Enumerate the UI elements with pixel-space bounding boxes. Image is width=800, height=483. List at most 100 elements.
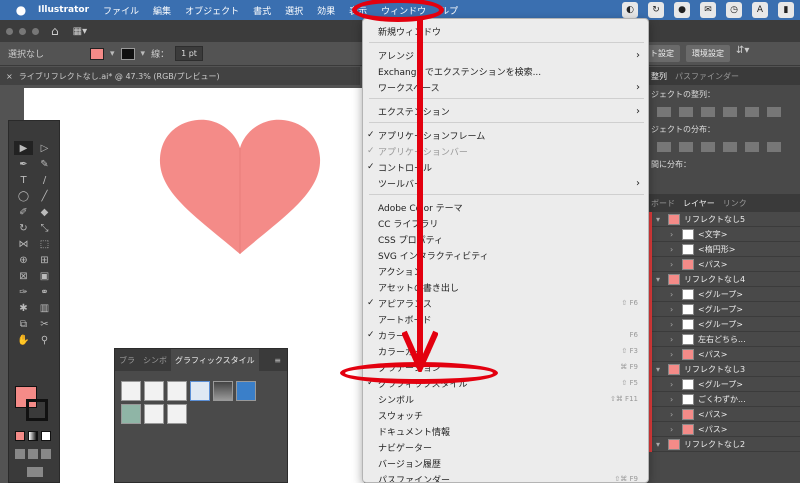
pencil-tool-icon[interactable]: ✐	[14, 205, 33, 219]
tab-layers[interactable]: レイヤー	[683, 198, 715, 209]
scale-tool-icon[interactable]: ⤡	[35, 221, 54, 235]
layer-row[interactable]: ▾ リフレクトなし4	[645, 271, 800, 287]
layer-row[interactable]: › <パス>	[645, 256, 800, 272]
menu-select[interactable]: 選択	[285, 4, 303, 17]
distribute-center-icon[interactable]	[745, 142, 759, 152]
distribute-middle-icon[interactable]	[679, 142, 693, 152]
distribute-bottom-icon[interactable]	[701, 142, 715, 152]
disclosure-triangle-icon[interactable]: ›	[670, 335, 678, 344]
disclosure-triangle-icon[interactable]: ›	[670, 410, 678, 419]
brush-tool-icon[interactable]: ╱	[35, 189, 54, 203]
menu-object[interactable]: オブジェクト	[185, 4, 239, 17]
hand-tool-icon[interactable]: ✋	[14, 333, 33, 347]
layer-row[interactable]: ▾ リフレクトなし2	[645, 436, 800, 452]
tab-brushes[interactable]: ブラ	[115, 355, 139, 366]
tab-pathfinder[interactable]: パスファインダー	[675, 71, 739, 82]
window-menu-item[interactable]: ワークスペース ›	[363, 79, 648, 95]
window-menu-item[interactable]: シンボル ⇧⌘ F11	[363, 391, 648, 407]
distribute-left-icon[interactable]	[723, 142, 737, 152]
window-menu-item[interactable]: アクション	[363, 263, 648, 279]
arrange-icon[interactable]: ⇵▾	[736, 45, 749, 62]
layer-row[interactable]: › <パス>	[645, 346, 800, 362]
tab-graphic-styles[interactable]: グラフィックスタイル	[171, 349, 259, 371]
disclosure-triangle-icon[interactable]: ▾	[656, 440, 664, 449]
layer-row[interactable]: › <パス>	[645, 406, 800, 422]
window-close-dot[interactable]	[6, 27, 13, 35]
draw-inside-icon[interactable]	[41, 449, 51, 459]
heart-artwork[interactable]	[158, 118, 322, 254]
disclosure-triangle-icon[interactable]: ›	[670, 245, 678, 254]
graphic-style-swatch[interactable]	[167, 404, 187, 424]
graphic-style-swatch[interactable]	[144, 404, 164, 424]
graphic-style-swatch[interactable]	[236, 381, 256, 401]
layer-row[interactable]: › <グループ>	[645, 376, 800, 392]
menu-type[interactable]: 書式	[253, 4, 271, 17]
stroke-color-box[interactable]	[26, 399, 48, 421]
distribute-right-icon[interactable]	[767, 142, 781, 152]
fill-swatch[interactable]	[90, 47, 105, 60]
evernote-icon[interactable]: ●	[674, 2, 690, 18]
curvature-tool-icon[interactable]: ✎	[35, 157, 54, 171]
disclosure-triangle-icon[interactable]: ›	[670, 350, 678, 359]
disclosure-triangle-icon[interactable]: ›	[670, 395, 678, 404]
zoom-tool-icon[interactable]: ⚲	[35, 333, 54, 347]
tab-align[interactable]: 整列	[651, 71, 667, 82]
window-menu-item[interactable]: ✓アプリケーションバー	[363, 143, 648, 159]
align-center-icon[interactable]	[679, 107, 693, 117]
gradient-mode-icon[interactable]	[28, 431, 38, 441]
rotate-tool-icon[interactable]: ↻	[14, 221, 33, 235]
layer-row[interactable]: ▾ リフレクトなし5	[645, 211, 800, 227]
home-icon[interactable]: ⌂	[51, 24, 59, 38]
layer-row[interactable]: › <パス>	[645, 421, 800, 437]
disclosure-triangle-icon[interactable]: ▾	[656, 215, 664, 224]
layer-row[interactable]: › <グループ>	[645, 286, 800, 302]
align-top-icon[interactable]	[723, 107, 737, 117]
symbol-sprayer-tool-icon[interactable]: ✱	[14, 301, 33, 315]
window-menu-item[interactable]: SVG インタラクティビティ	[363, 247, 648, 263]
graph-tool-icon[interactable]: ▥	[35, 301, 54, 315]
document-tab[interactable]: × ライブリフレクトなし.ai* @ 47.3% (RGB/プレビュー)	[0, 67, 360, 85]
chevron-down-icon[interactable]: ▾	[141, 49, 146, 59]
distribute-top-icon[interactable]	[657, 142, 671, 152]
mail-icon[interactable]: ✉	[700, 2, 716, 18]
tab-artboards[interactable]: ボード	[651, 198, 675, 209]
layer-row[interactable]: › <楕円形>	[645, 241, 800, 257]
tab-symbols[interactable]: シンボ	[139, 355, 171, 366]
tab-links[interactable]: リンク	[723, 198, 747, 209]
stroke-weight-field[interactable]: 1 pt	[175, 46, 203, 61]
disclosure-triangle-icon[interactable]: ›	[670, 230, 678, 239]
window-menu-item[interactable]: ✓ アプリケーションフレーム	[363, 127, 648, 143]
pen-tool-icon[interactable]: ✒	[14, 157, 33, 171]
window-minimize-dot[interactable]	[19, 27, 26, 35]
artboard-tool-icon[interactable]: ⧉	[14, 317, 33, 331]
mesh-tool-icon[interactable]: ⊠	[14, 269, 33, 283]
disclosure-triangle-icon[interactable]: ›	[670, 380, 678, 389]
graphic-style-swatch[interactable]	[121, 381, 141, 401]
disclosure-triangle-icon[interactable]: ›	[670, 290, 678, 299]
blend-tool-icon[interactable]: ⚭	[35, 285, 54, 299]
shape-builder-tool-icon[interactable]: ⊕	[14, 253, 33, 267]
layer-row[interactable]: › <文字>	[645, 226, 800, 242]
align-left-icon[interactable]	[657, 107, 671, 117]
close-icon[interactable]: ×	[6, 72, 13, 81]
disclosure-triangle-icon[interactable]: ›	[670, 425, 678, 434]
graphic-style-swatch[interactable]	[121, 404, 141, 424]
window-menu-item[interactable]: ✓ コントロール	[363, 159, 648, 175]
window-menu-item[interactable]: ナビゲーター	[363, 439, 648, 455]
layer-row[interactable]: › ごくわずか...	[645, 391, 800, 407]
draw-behind-icon[interactable]	[28, 449, 38, 459]
gradient-tool-icon[interactable]: ▣	[35, 269, 54, 283]
window-menu-item[interactable]: エクステンション ›	[363, 103, 648, 119]
disclosure-triangle-icon[interactable]: ▾	[656, 275, 664, 284]
input-method-icon[interactable]: A	[752, 2, 768, 18]
workspace-switcher-icon[interactable]: ▦▾	[73, 26, 87, 37]
direct-selection-tool-icon[interactable]: ▷	[35, 141, 54, 155]
menu-file[interactable]: ファイル	[103, 4, 139, 17]
graphic-style-swatch[interactable]	[144, 381, 164, 401]
menu-effect[interactable]: 効果	[317, 4, 335, 17]
align-middle-icon[interactable]	[745, 107, 759, 117]
eraser-tool-icon[interactable]: ◆	[35, 205, 54, 219]
align-right-icon[interactable]	[701, 107, 715, 117]
disclosure-triangle-icon[interactable]: ›	[670, 305, 678, 314]
perspective-tool-icon[interactable]: ⊞	[35, 253, 54, 267]
